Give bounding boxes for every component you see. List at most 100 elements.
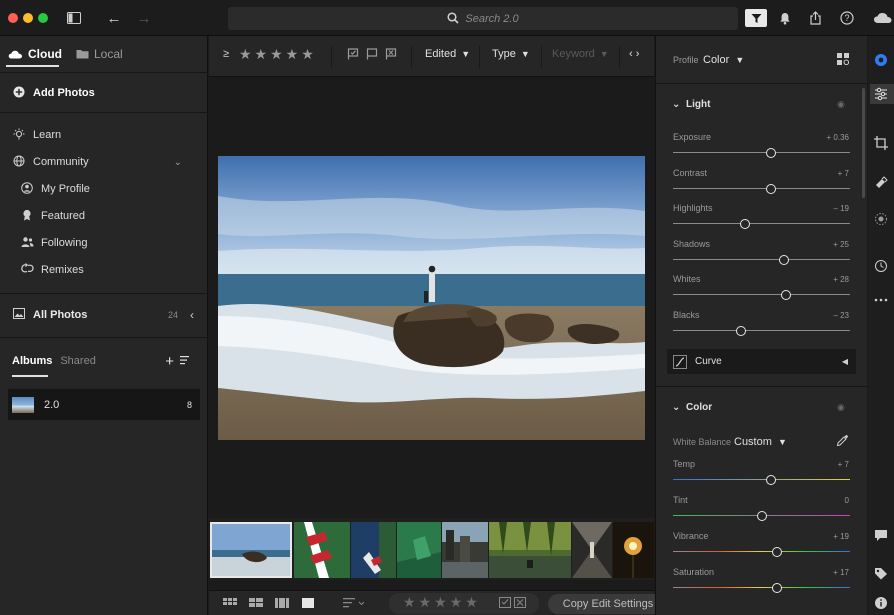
share-icon[interactable] — [806, 9, 824, 27]
type-filter-dropdown[interactable]: Type ▼ — [492, 48, 530, 60]
slider-value-tint[interactable]: 0 — [845, 496, 849, 505]
slider-value-contrast[interactable]: + 7 — [838, 169, 849, 178]
slider-thumb[interactable] — [739, 219, 750, 229]
filmstrip-thumbnail[interactable] — [613, 522, 654, 578]
filmstrip-thumbnail[interactable] — [397, 522, 441, 578]
eyedropper-icon[interactable] — [836, 434, 849, 450]
rating-filter-stars[interactable]: ★★★★★ — [239, 46, 317, 63]
filmstrip-thumbnail[interactable] — [294, 522, 350, 578]
slider-value-highlights[interactable]: – 19 — [833, 204, 849, 213]
back-arrow-icon[interactable]: ← — [105, 9, 123, 27]
filmstrip-thumbnail[interactable] — [210, 522, 292, 578]
info-icon[interactable] — [874, 593, 894, 613]
keyword-tag-icon[interactable] — [874, 563, 894, 583]
tab-cloud[interactable]: Cloud — [8, 47, 62, 61]
filmstrip-thumbnail[interactable] — [351, 522, 396, 578]
slider-value-exposure[interactable]: + 0.36 — [827, 133, 849, 142]
sort-menu-icon[interactable] — [343, 598, 365, 611]
sidebar-item-remixes[interactable]: Remixes — [20, 259, 208, 281]
filmstrip-thumbnail[interactable] — [489, 522, 571, 578]
sidebar-item-community[interactable]: Community ⌄ — [12, 151, 208, 173]
filmstrip-view-icon[interactable] — [275, 598, 289, 612]
photo-canvas[interactable] — [209, 78, 654, 518]
flag-pick-reject-icon[interactable] — [499, 597, 527, 612]
sidebar-item-my-profile[interactable]: My Profile — [20, 178, 208, 200]
slider-saturation[interactable] — [673, 583, 850, 593]
healing-brush-icon[interactable] — [874, 172, 894, 192]
slider-thumb[interactable] — [771, 583, 782, 593]
slider-whites[interactable] — [673, 290, 850, 300]
history-clock-icon[interactable] — [874, 256, 894, 276]
tab-albums[interactable]: Albums — [12, 355, 52, 367]
slider-value-whites[interactable]: + 28 — [833, 275, 849, 284]
color-section-header[interactable]: ⌄ Color ◉ — [656, 399, 868, 415]
flag-picked-icon[interactable] — [347, 48, 359, 60]
curve-section-toggle[interactable]: Curve ◀ — [667, 349, 856, 374]
flag-rejected-icon[interactable] — [385, 48, 397, 60]
minimize-window-button[interactable] — [23, 13, 33, 23]
sort-list-icon[interactable] — [180, 354, 192, 368]
rating-operator[interactable]: ≥ — [223, 48, 229, 60]
comments-icon[interactable] — [874, 525, 894, 545]
chevron-down-icon[interactable]: ⌄ — [174, 157, 182, 168]
slider-thumb[interactable] — [772, 547, 783, 557]
square-grid-view-icon[interactable] — [223, 598, 237, 612]
sidebar-item-featured[interactable]: Featured — [20, 205, 208, 227]
help-icon[interactable]: ? — [838, 9, 856, 27]
slider-thumb[interactable] — [781, 290, 792, 300]
slider-thumb[interactable] — [778, 254, 789, 265]
edit-sliders-icon[interactable] — [870, 84, 894, 104]
slider-tint[interactable] — [673, 511, 850, 521]
slider-value-blacks[interactable]: – 23 — [833, 311, 849, 320]
slider-thumb[interactable] — [766, 475, 777, 485]
close-window-button[interactable] — [8, 13, 18, 23]
masking-icon[interactable] — [874, 209, 894, 229]
light-section-header[interactable]: ⌄ Light ◉ — [656, 96, 868, 112]
slider-temp[interactable] — [673, 475, 850, 485]
copy-edit-settings-button[interactable]: Copy Edit Settings — [548, 594, 668, 614]
slider-value-shadows[interactable]: + 25 — [833, 240, 849, 249]
slider-highlights[interactable] — [673, 219, 850, 229]
slider-thumb[interactable] — [766, 148, 777, 158]
slider-value-temp[interactable]: + 7 — [838, 460, 849, 469]
slider-value-saturation[interactable]: + 17 — [833, 568, 849, 577]
profile-browser-icon[interactable] — [837, 52, 850, 68]
slider-exposure[interactable] — [673, 148, 850, 158]
detail-view-icon[interactable] — [301, 598, 315, 612]
edited-filter-dropdown[interactable]: Edited ▼ — [425, 48, 470, 60]
crop-icon[interactable] — [874, 133, 894, 153]
visibility-eye-icon[interactable]: ◉ — [837, 99, 845, 110]
slider-shadows[interactable] — [673, 254, 850, 265]
slider-value-vibrance[interactable]: + 19 — [833, 532, 849, 541]
filmstrip-thumbnail[interactable] — [572, 522, 612, 578]
visibility-eye-icon[interactable]: ◉ — [837, 402, 845, 413]
filter-funnel-icon[interactable] — [745, 9, 767, 27]
my-photos-icon[interactable] — [874, 50, 894, 70]
flag-unflagged-icon[interactable] — [366, 48, 378, 60]
white-balance-dropdown[interactable]: Custom ▼ — [734, 436, 787, 448]
tab-shared[interactable]: Shared — [60, 355, 95, 367]
photo-grid-view-icon[interactable] — [249, 598, 263, 612]
sidebar-toggle-icon[interactable] — [66, 9, 82, 27]
search-bar[interactable]: Search 2.0 — [228, 7, 738, 30]
fullscreen-window-button[interactable] — [38, 13, 48, 23]
add-photos-button[interactable]: Add Photos — [12, 82, 208, 104]
tab-local[interactable]: Local — [76, 47, 123, 61]
notifications-bell-icon[interactable] — [776, 9, 794, 27]
slider-thumb[interactable] — [736, 325, 747, 336]
slider-vibrance[interactable] — [673, 547, 850, 557]
forward-arrow-icon[interactable]: → — [135, 9, 153, 27]
cloud-sync-icon[interactable] — [872, 9, 894, 27]
add-album-icon[interactable]: + — [165, 353, 174, 370]
more-filters-arrows-icon[interactable]: ‹ › — [629, 48, 639, 60]
sidebar-item-learn[interactable]: Learn — [12, 124, 208, 146]
more-options-icon[interactable] — [874, 290, 894, 310]
rating-stars[interactable]: ★★★★★ — [403, 594, 481, 611]
sidebar-item-following[interactable]: Following — [20, 232, 208, 254]
sidebar-item-all-photos[interactable]: All Photos 24 ‹ — [12, 304, 208, 326]
album-item[interactable]: 2.0 8 — [8, 389, 200, 420]
slider-blacks[interactable] — [673, 325, 850, 336]
profile-dropdown[interactable]: Color ▼ — [703, 54, 744, 66]
slider-contrast[interactable] — [673, 183, 850, 194]
keyword-filter-dropdown[interactable]: Keyword ▼ — [552, 48, 609, 60]
